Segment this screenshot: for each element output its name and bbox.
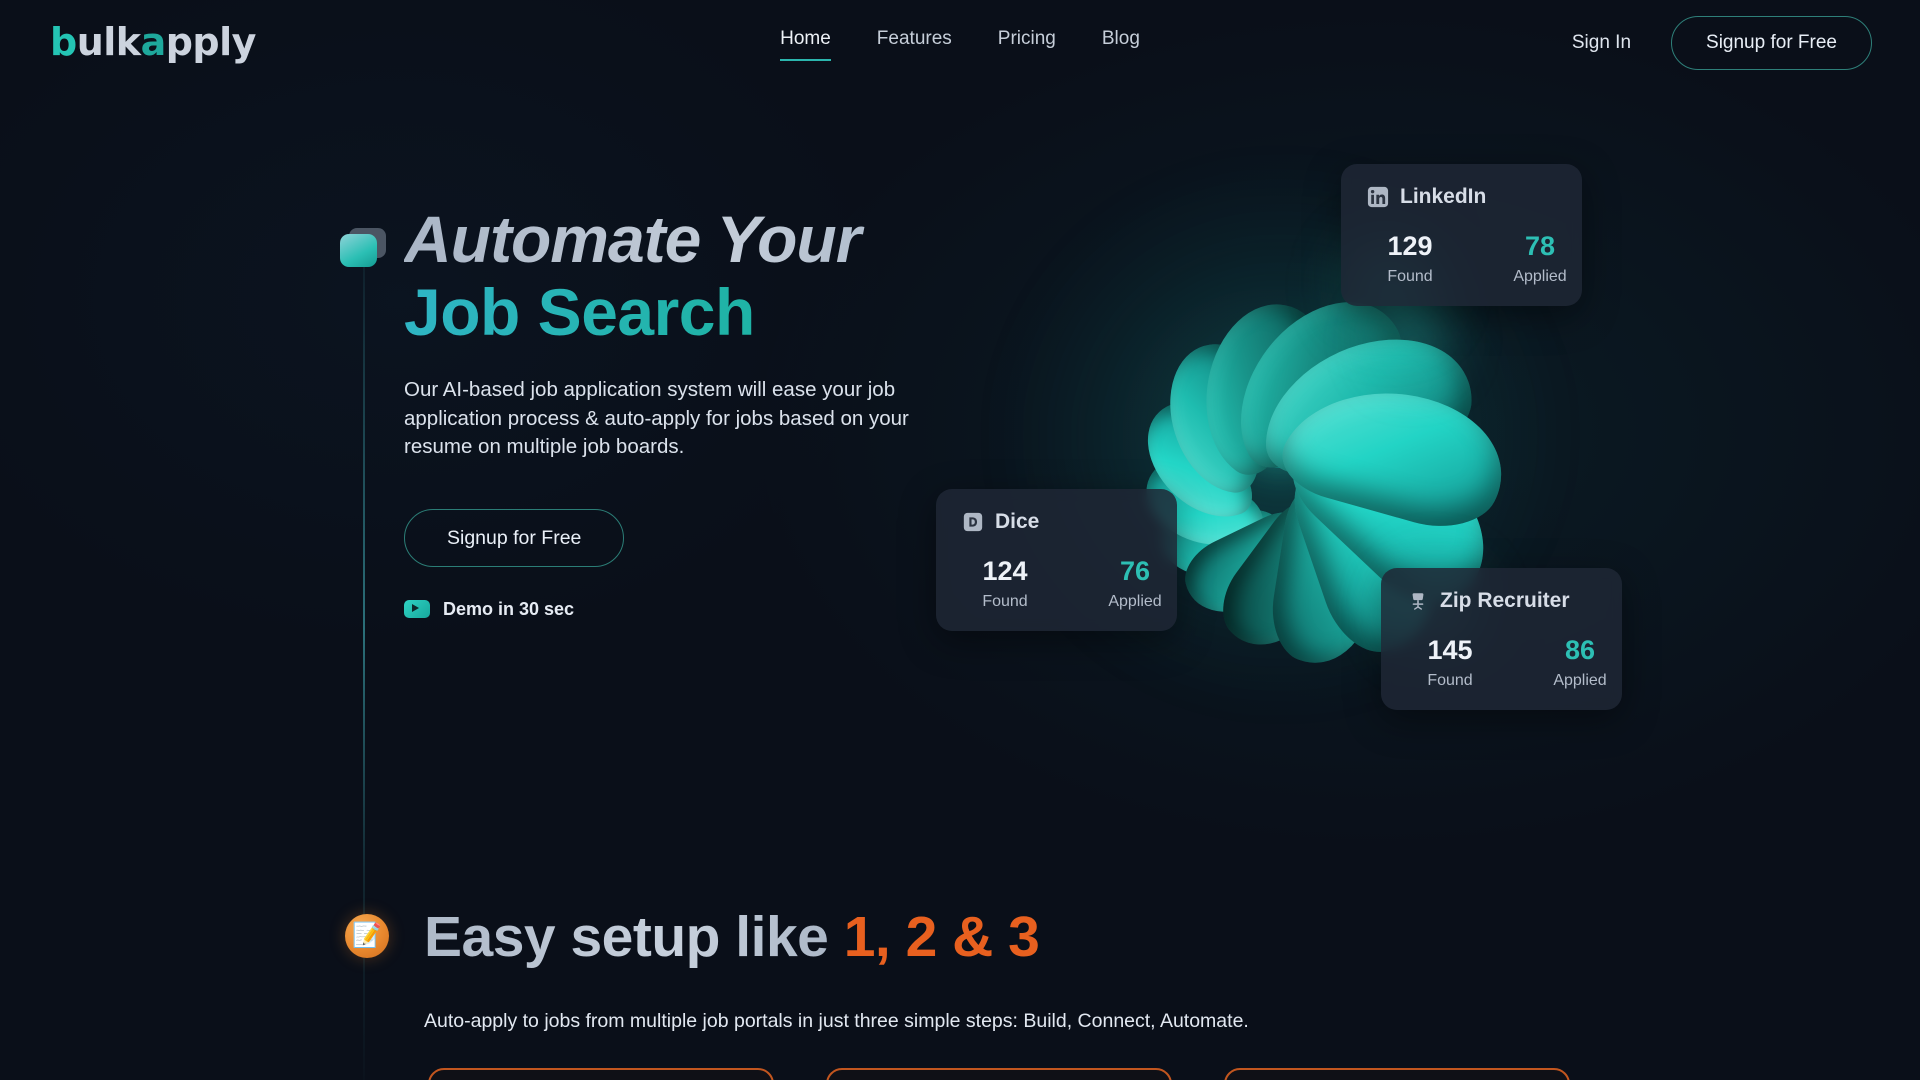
signup-for-free-button-hero[interactable]: Signup for Free [404, 508, 625, 567]
stat-card-zip-recruiter[interactable]: Zip Recruiter 145 Found 86 Applied [1381, 568, 1622, 710]
stat-found-value: 145 [1427, 635, 1473, 665]
hero-subtitle: Our AI-based job application system will… [404, 378, 909, 458]
hero-badge-icon [340, 228, 386, 268]
page-root: bulkapply Home Features Pricing Blog Sig… [0, 0, 1920, 1080]
stat-applied-column: 86 Applied [1537, 634, 1623, 692]
stat-card-dice[interactable]: Dice 124 Found 76 Applied [936, 489, 1177, 631]
office-chair-icon [1412, 593, 1424, 610]
demo-video-link[interactable]: Demo in 30 sec [404, 597, 574, 621]
stat-card-body: 124 Found 76 Applied [962, 555, 1161, 613]
stat-card-title: Zip Recruiter [1440, 589, 1570, 612]
section-title-numbers: 1, 2 & 3 [843, 905, 1040, 969]
stat-found-label: Found [982, 593, 1028, 610]
stat-applied-column: 76 Applied [1092, 555, 1178, 613]
setup-steps-row [0, 1068, 1920, 1080]
setup-step-card[interactable] [428, 1068, 774, 1080]
hero-cta-group: Signup for Free Demo in 30 sec [404, 508, 1004, 621]
stat-found-column: 129 Found [1367, 230, 1453, 288]
signup-for-free-button-header[interactable]: Signup for Free [1671, 16, 1872, 70]
badge-square-front-icon [340, 234, 377, 267]
stat-card-header: Zip Recruiter [1407, 588, 1596, 614]
sign-in-button[interactable]: Sign In [1560, 20, 1643, 66]
stat-card-header: Dice [962, 509, 1151, 535]
stat-found-label: Found [1427, 672, 1473, 689]
header-actions: Sign In Signup for Free [1560, 16, 1872, 70]
stat-applied-label: Applied [1513, 268, 1567, 285]
stat-applied-value: 76 [1119, 556, 1151, 586]
section-subtitle: Auto-apply to jobs from multiple job por… [424, 1010, 1249, 1032]
stat-card-title: Dice [995, 510, 1040, 533]
video-camera-icon [404, 599, 430, 618]
nav-item-blog[interactable]: Blog [1102, 26, 1140, 61]
stat-card-body: 145 Found 86 Applied [1407, 634, 1606, 692]
stat-applied-value: 78 [1524, 231, 1556, 261]
card-glow-secondary [1368, 300, 1458, 380]
dice-icon [963, 512, 983, 532]
hero-headline-line-1: Automate Your [404, 200, 1004, 278]
linkedin-icon [1367, 186, 1389, 208]
stat-found-label: Found [1387, 268, 1433, 285]
stat-applied-label: Applied [1553, 672, 1607, 689]
stat-applied-value: 86 [1564, 635, 1596, 665]
stat-found-column: 124 Found [962, 555, 1048, 613]
nav-item-pricing[interactable]: Pricing [998, 26, 1056, 61]
stat-found-column: 145 Found [1407, 634, 1493, 692]
hero-text-block: Automate Your Job Search Our AI-based jo… [404, 200, 1004, 621]
section-title-plain: Easy setup like [424, 905, 844, 969]
stat-applied-label: Applied [1108, 593, 1162, 610]
setup-step-card[interactable] [826, 1068, 1172, 1080]
setup-step-card[interactable] [1224, 1068, 1570, 1080]
stat-found-value: 124 [982, 556, 1028, 586]
memo-icon-glyph: 📝 [352, 922, 382, 949]
site-header: bulkapply Home Features Pricing Blog Sig… [0, 0, 1920, 86]
hero-headline-line-2: Job Search [404, 274, 1004, 350]
memo-icon: 📝 [345, 914, 389, 958]
stat-found-value: 129 [1387, 231, 1433, 261]
demo-label: Demo in 30 sec [443, 598, 575, 619]
stat-applied-column: 78 Applied [1497, 230, 1583, 288]
stat-card-body: 129 Found 78 Applied [1367, 230, 1566, 288]
stat-card-linkedin[interactable]: LinkedIn 129 Found 78 Applied [1341, 164, 1582, 306]
section-title: Easy setup like 1, 2 & 3 [424, 900, 1040, 974]
stat-card-title: LinkedIn [1400, 185, 1487, 208]
stat-card-header: LinkedIn [1367, 184, 1556, 210]
nav-item-home[interactable]: Home [780, 26, 831, 61]
nav-item-features[interactable]: Features [877, 26, 952, 61]
